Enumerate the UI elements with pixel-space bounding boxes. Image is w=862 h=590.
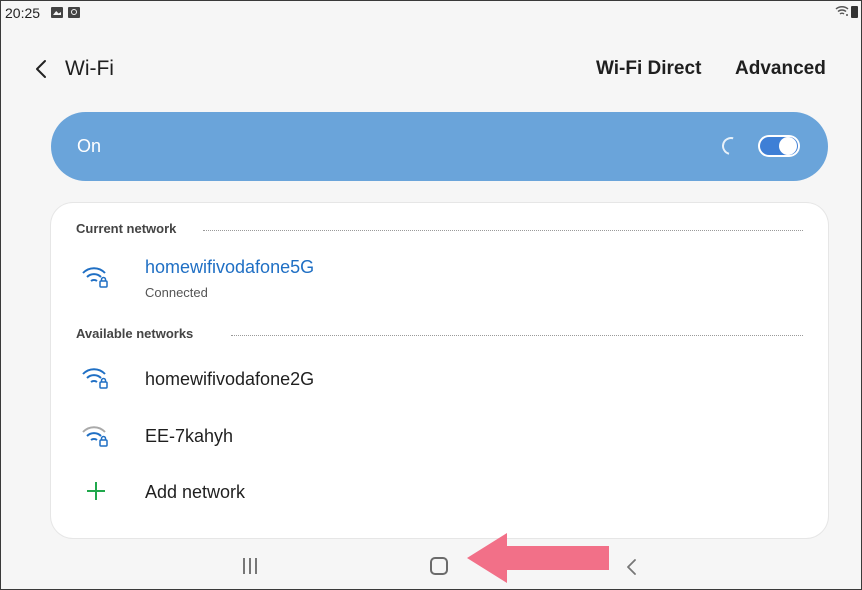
advanced-button[interactable]: Advanced — [735, 58, 826, 80]
status-bar: 20:25 — [1, 1, 861, 25]
networks-card: Current network homewifivodafone5G Conne… — [51, 203, 828, 538]
recents-icon[interactable] — [243, 558, 257, 574]
wifi-settings-screen: 20:25 Wi-Fi Wi-Fi Direct Advanced On Cur… — [0, 0, 862, 590]
page-title: Wi-Fi — [65, 57, 114, 80]
current-network-header: Current network — [76, 221, 177, 236]
wifi-lock-icon — [82, 368, 108, 389]
gallery-icon — [51, 7, 63, 18]
current-network-name: homewifivodafone5G — [145, 257, 315, 277]
screen-recorder-icon — [68, 7, 80, 18]
available-networks-header: Available networks — [76, 326, 194, 341]
status-time: 20:25 — [5, 5, 41, 21]
pointer-arrow-annotation — [467, 533, 609, 583]
wifi-direct-button[interactable]: Wi-Fi Direct — [596, 58, 701, 80]
back-icon[interactable] — [625, 558, 639, 576]
wifi-toggle[interactable] — [758, 135, 800, 157]
toggle-thumb — [779, 137, 797, 155]
battery-icon — [851, 6, 858, 18]
section-divider — [231, 335, 803, 336]
wifi-master-switch-bar[interactable]: On — [51, 112, 828, 181]
section-divider — [203, 230, 803, 231]
plus-icon — [87, 482, 105, 500]
wifi-state-label: On — [77, 136, 102, 156]
wifi-lock-icon — [82, 267, 108, 288]
network-name: EE-7kahyh — [145, 426, 234, 446]
home-icon[interactable] — [430, 557, 448, 575]
current-network-status: Connected — [145, 285, 208, 300]
add-network-label: Add network — [145, 482, 246, 502]
network-name: homewifivodafone2G — [145, 369, 315, 389]
wifi-lock-icon — [82, 426, 108, 447]
wifi-icon — [835, 5, 849, 16]
chevron-left-icon[interactable] — [31, 56, 53, 82]
scanning-spinner-icon — [718, 133, 744, 159]
navigation-bar — [1, 542, 861, 589]
